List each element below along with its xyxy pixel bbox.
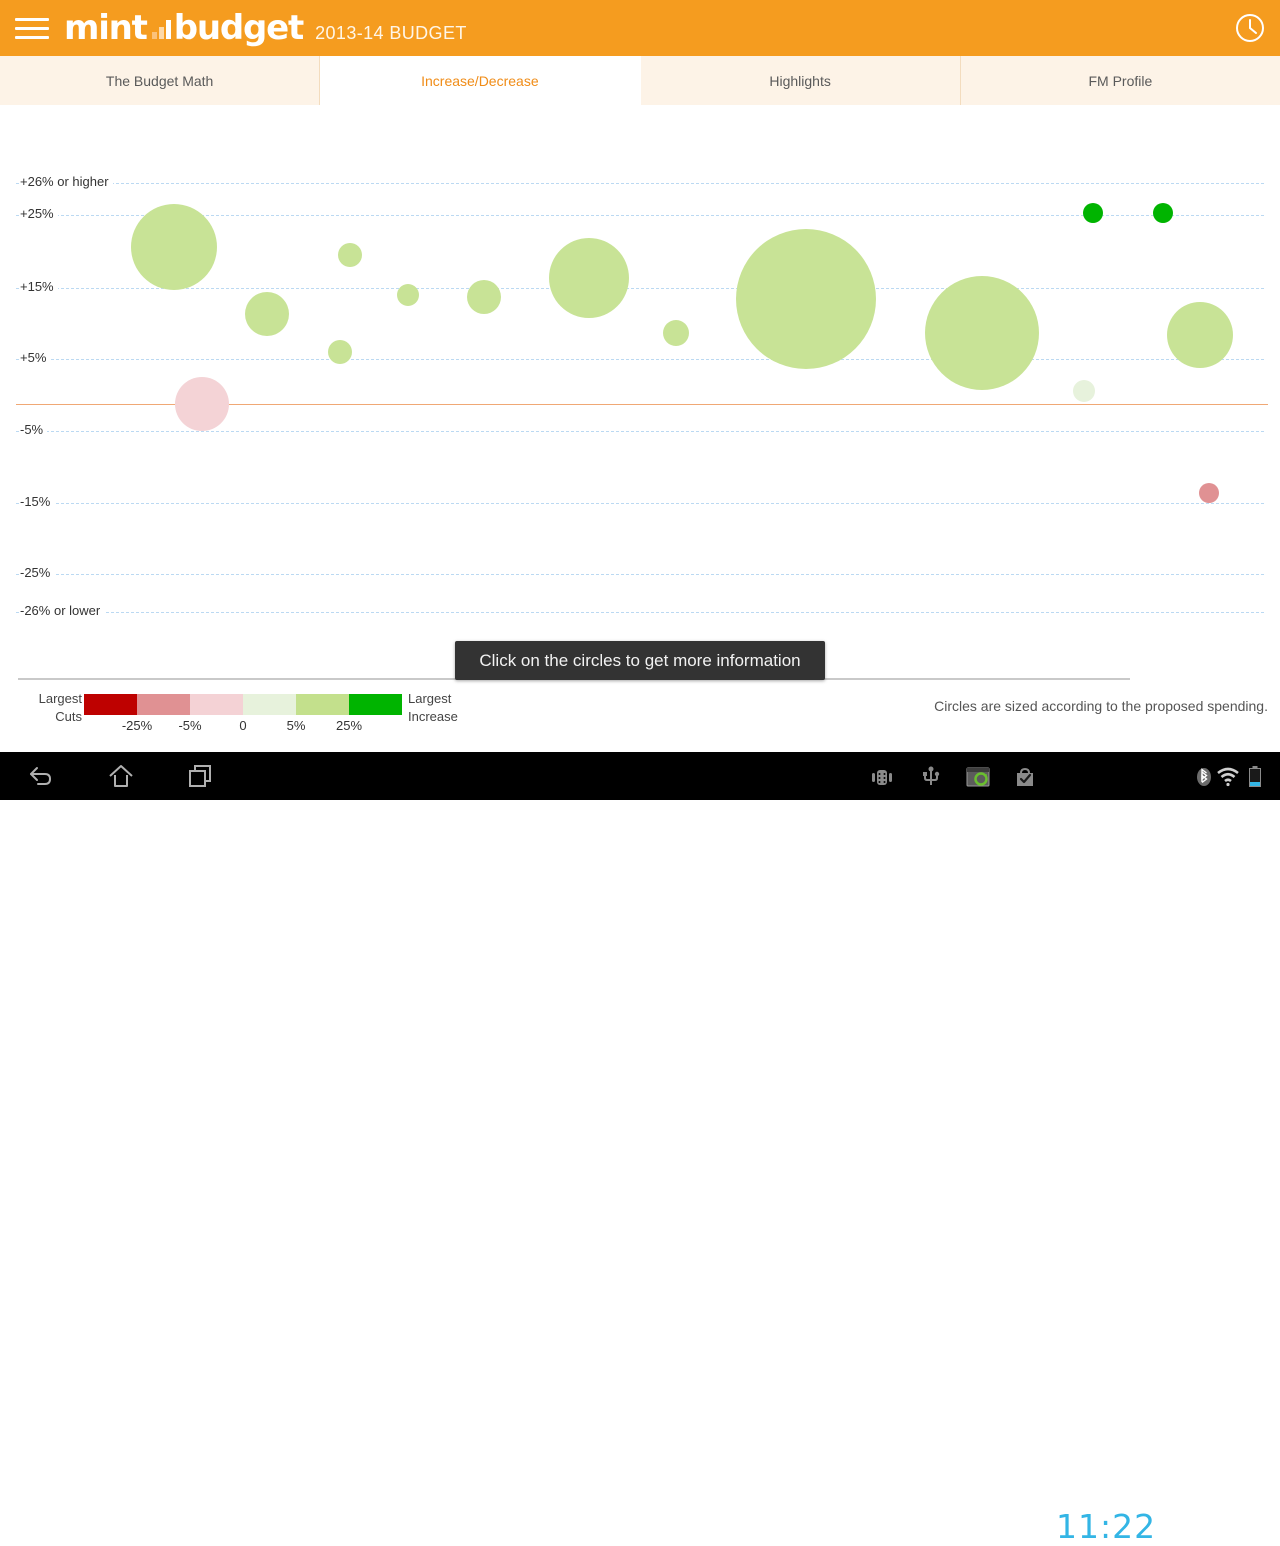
bluetooth-icon	[1197, 768, 1211, 786]
legend-swatch	[137, 694, 190, 715]
legend-tick-label: -25%	[121, 718, 153, 733]
home-icon[interactable]	[106, 762, 136, 790]
app-subtitle: 2013-14 BUDGET	[315, 23, 467, 43]
chart-bubble[interactable]	[1083, 203, 1103, 223]
y-axis-tick-label: +26% or higher	[20, 174, 113, 189]
recents-icon[interactable]	[186, 762, 216, 790]
y-axis-tick-label: -5%	[20, 422, 48, 437]
gridline	[16, 183, 1264, 184]
legend-sizing-note: Circles are sized according to the propo…	[934, 698, 1268, 714]
chart-bubble[interactable]	[131, 204, 217, 290]
chart-bubble[interactable]	[175, 377, 229, 431]
chart-bubble[interactable]	[1153, 203, 1173, 223]
hamburger-bar	[15, 35, 49, 39]
app-logo: mint budget 2013-14 BUDGET	[64, 11, 467, 45]
toast-message: Click on the circles to get more informa…	[455, 641, 825, 680]
chart-bubble[interactable]	[1199, 483, 1219, 503]
legend-largest-increase-label: Largest Increase	[408, 691, 458, 724]
sync-app-icon	[966, 767, 990, 787]
legend-swatch	[296, 694, 349, 715]
y-axis-tick-label: +15%	[20, 279, 58, 294]
legend-tick-label: -5%	[178, 718, 202, 733]
gridline	[16, 359, 1264, 360]
logo-mint-text: mint	[64, 8, 148, 48]
y-axis-tick-label: -15%	[20, 494, 55, 509]
tab-highlights[interactable]: Highlights	[640, 56, 961, 105]
app-header: mint budget 2013-14 BUDGET	[0, 0, 1280, 56]
legend-tick-label: 0	[239, 718, 247, 733]
y-axis-tick-label: +25%	[20, 206, 58, 221]
checked-bag-icon	[1017, 767, 1033, 786]
status-bar-clock: 11:22	[1056, 1507, 1157, 1546]
android-debug-icon	[872, 770, 892, 785]
chart-bubble[interactable]	[925, 276, 1039, 390]
chart-bubble[interactable]	[245, 292, 289, 336]
hamburger-bar	[15, 26, 49, 30]
android-system-bar: 11:22	[0, 752, 1280, 1544]
chart-bubble[interactable]	[549, 238, 629, 318]
hamburger-bar	[15, 17, 49, 21]
chart-bubble[interactable]	[328, 340, 352, 364]
y-axis-tick-label: -26% or lower	[20, 603, 105, 618]
legend-largest-cuts-label: Largest Cuts	[38, 691, 82, 724]
back-icon[interactable]	[26, 762, 56, 790]
legend-color-scale	[84, 694, 402, 715]
legend-swatch	[349, 694, 402, 715]
chart-bubble[interactable]	[663, 320, 689, 346]
legend-tick-label: 5%	[286, 718, 306, 733]
gridline	[16, 574, 1264, 575]
bar-chart-icon	[151, 19, 171, 39]
usb-icon	[923, 766, 940, 785]
y-axis-tick-label: -25%	[20, 565, 55, 580]
tab-fm-profile[interactable]: FM Profile	[960, 56, 1280, 105]
chart-bubble[interactable]	[338, 243, 362, 267]
chart-bubble[interactable]	[1167, 302, 1233, 368]
tab-bar: The Budget Math Increase/Decrease Highli…	[0, 56, 1280, 105]
legend-tick-label: 25%	[335, 718, 363, 733]
y-axis-tick-label: +5%	[20, 350, 51, 365]
hamburger-menu-icon[interactable]	[4, 0, 60, 56]
legend-scale-ticks: -25% -5% 0 5% 25%	[84, 718, 414, 736]
battery-icon	[1249, 766, 1261, 787]
tab-the-budget-math[interactable]: The Budget Math	[0, 56, 321, 105]
chart-bubble[interactable]	[736, 229, 876, 369]
gridline	[16, 288, 1264, 289]
legend-swatch	[243, 694, 296, 715]
tab-increase-decrease[interactable]: Increase/Decrease	[320, 56, 641, 105]
bubble-chart[interactable]: +26% or higher +25% +15% +5% -5% -15% -25% -26%…	[0, 105, 1280, 670]
chart-bubble[interactable]	[397, 284, 419, 306]
gridline	[16, 612, 1264, 613]
gridline	[16, 503, 1264, 504]
chart-bubble[interactable]	[467, 280, 501, 314]
chart-bubble[interactable]	[1073, 380, 1095, 402]
legend-swatch	[84, 694, 137, 715]
wifi-icon	[1217, 767, 1239, 787]
legend-swatch	[190, 694, 243, 715]
clock-icon[interactable]	[1234, 12, 1266, 44]
logo-budget-text: budget	[173, 8, 305, 48]
gridline	[16, 431, 1264, 432]
